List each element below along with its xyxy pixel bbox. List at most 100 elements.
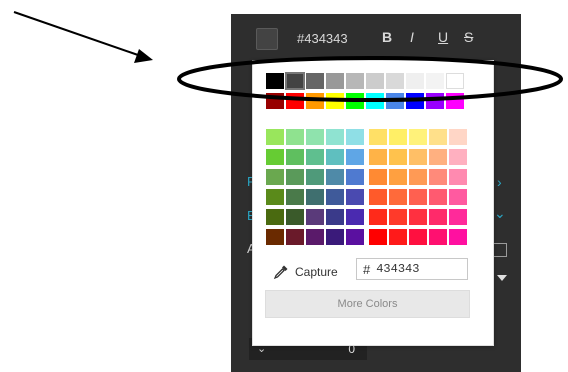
palette-swatch[interactable] — [449, 209, 467, 225]
option-checkbox[interactable] — [493, 243, 507, 257]
palette-swatch[interactable] — [326, 189, 344, 205]
palette-swatch[interactable] — [346, 129, 364, 145]
palette-swatch[interactable] — [409, 189, 427, 205]
palette-swatch[interactable] — [369, 169, 387, 185]
palette-swatch[interactable] — [346, 189, 364, 205]
bright-swatch[interactable] — [446, 93, 464, 109]
gray-swatch[interactable] — [426, 73, 444, 89]
palette-swatch[interactable] — [429, 229, 447, 245]
palette-swatch[interactable] — [266, 169, 284, 185]
palette-swatch[interactable] — [429, 189, 447, 205]
underline-button[interactable]: U — [438, 29, 448, 45]
palette-swatch[interactable] — [449, 129, 467, 145]
palette-swatch[interactable] — [389, 129, 407, 145]
annotation-arrow-line — [13, 11, 139, 56]
color-picker-popup: Capture # 434343 More Colors — [252, 60, 494, 346]
palette-swatch[interactable] — [346, 209, 364, 225]
palette-swatch[interactable] — [266, 209, 284, 225]
dropdown-caret-icon[interactable] — [497, 275, 507, 281]
palette-swatch[interactable] — [389, 149, 407, 165]
palette-swatch[interactable] — [306, 129, 324, 145]
strikethrough-button[interactable]: S — [464, 29, 473, 45]
gray-swatch[interactable] — [386, 73, 404, 89]
palette-swatch[interactable] — [326, 129, 344, 145]
gray-swatch[interactable] — [406, 73, 424, 89]
palette-swatch[interactable] — [429, 149, 447, 165]
palette-swatch[interactable] — [326, 149, 344, 165]
gray-swatch[interactable] — [306, 73, 324, 89]
palette-swatch[interactable] — [346, 229, 364, 245]
color-swatch-button[interactable] — [256, 28, 278, 50]
gray-swatch[interactable] — [446, 73, 464, 89]
palette-swatch[interactable] — [266, 149, 284, 165]
palette-swatch[interactable] — [326, 169, 344, 185]
palette-swatch[interactable] — [266, 229, 284, 245]
bright-swatch[interactable] — [426, 93, 444, 109]
palette-swatch[interactable] — [286, 209, 304, 225]
gray-swatch[interactable] — [326, 73, 344, 89]
palette-swatch[interactable] — [449, 189, 467, 205]
palette-swatch[interactable] — [286, 129, 304, 145]
text-toolbar: #434343 B I U S — [231, 14, 521, 58]
palette-swatch[interactable] — [306, 209, 324, 225]
palette-swatch[interactable] — [369, 189, 387, 205]
palette-swatch[interactable] — [346, 169, 364, 185]
palette-swatch[interactable] — [266, 189, 284, 205]
palette-swatch[interactable] — [326, 209, 344, 225]
palette-swatch[interactable] — [449, 169, 467, 185]
palette-swatch[interactable] — [369, 229, 387, 245]
eyedropper-icon — [273, 265, 288, 280]
palette-swatch[interactable] — [429, 129, 447, 145]
hex-value: 434343 — [376, 262, 420, 276]
annotation-arrowhead — [134, 49, 153, 63]
more-colors-button[interactable]: More Colors — [265, 290, 470, 318]
palette-swatch[interactable] — [326, 229, 344, 245]
bright-swatch[interactable] — [366, 93, 384, 109]
palette-swatch[interactable] — [389, 169, 407, 185]
bold-button[interactable]: B — [382, 29, 392, 45]
palette-swatch[interactable] — [306, 189, 324, 205]
palette-swatch[interactable] — [286, 169, 304, 185]
hex-input[interactable]: # 434343 — [356, 258, 468, 280]
palette-swatch[interactable] — [286, 149, 304, 165]
italic-button[interactable]: I — [410, 29, 414, 45]
palette-swatch[interactable] — [409, 209, 427, 225]
bright-swatch[interactable] — [326, 93, 344, 109]
palette-swatch[interactable] — [449, 229, 467, 245]
palette-swatch[interactable] — [409, 229, 427, 245]
palette-swatch[interactable] — [409, 149, 427, 165]
palette-swatch[interactable] — [306, 169, 324, 185]
palette-swatch[interactable] — [389, 209, 407, 225]
gray-swatch[interactable] — [266, 73, 284, 89]
palette-swatch[interactable] — [369, 129, 387, 145]
bright-swatch[interactable] — [386, 93, 404, 109]
palette-swatch[interactable] — [389, 229, 407, 245]
capture-label: Capture — [295, 265, 338, 279]
color-hex-text[interactable]: #434343 — [297, 31, 348, 46]
palette-swatch[interactable] — [266, 129, 284, 145]
palette-swatch[interactable] — [429, 209, 447, 225]
palette-swatch[interactable] — [286, 189, 304, 205]
palette-swatch[interactable] — [369, 209, 387, 225]
palette-swatch[interactable] — [346, 149, 364, 165]
palette-swatch[interactable] — [389, 189, 407, 205]
palette-swatch[interactable] — [429, 169, 447, 185]
chevron-down-icon[interactable]: ⌄ — [494, 205, 506, 222]
palette-swatch[interactable] — [286, 229, 304, 245]
bright-swatch[interactable] — [406, 93, 424, 109]
palette-swatch[interactable] — [306, 149, 324, 165]
palette-swatch[interactable] — [449, 149, 467, 165]
bright-swatch[interactable] — [266, 93, 284, 109]
bright-swatch[interactable] — [306, 93, 324, 109]
gray-swatch[interactable] — [285, 72, 305, 90]
bright-swatch[interactable] — [346, 93, 364, 109]
bright-swatch[interactable] — [286, 93, 304, 109]
palette-swatch[interactable] — [306, 229, 324, 245]
palette-swatch[interactable] — [409, 169, 427, 185]
palette-swatch[interactable] — [369, 149, 387, 165]
capture-button[interactable]: Capture — [273, 264, 338, 280]
palette-swatch[interactable] — [409, 129, 427, 145]
chevron-right-icon[interactable]: › — [497, 174, 502, 190]
gray-swatch[interactable] — [366, 73, 384, 89]
gray-swatch[interactable] — [346, 73, 364, 89]
